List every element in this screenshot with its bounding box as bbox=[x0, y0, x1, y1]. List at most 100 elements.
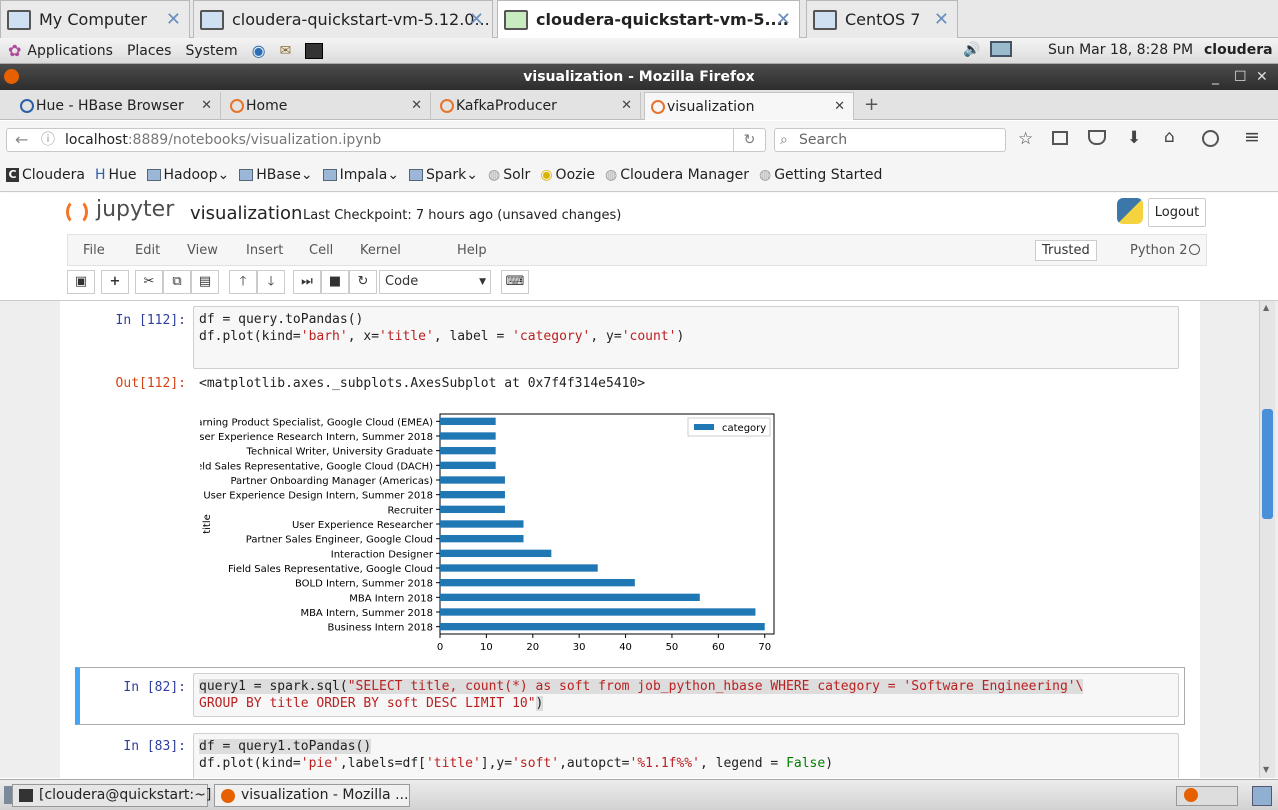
bookmark-folder-hadoop[interactable]: Hadoop ⌄ bbox=[146, 167, 229, 183]
bookmark-folder-hbase[interactable]: HBase ⌄ bbox=[239, 167, 313, 183]
bookmark-cloudera[interactable]: C Cloudera bbox=[6, 167, 85, 183]
close-tab-icon[interactable]: ✕ bbox=[834, 99, 845, 114]
menu-insert[interactable]: Insert bbox=[246, 243, 283, 258]
globe-icon: ◍ bbox=[604, 166, 618, 183]
browser-tab-visualization[interactable]: visualization ✕ bbox=[644, 92, 854, 120]
menu-system[interactable]: System bbox=[185, 43, 237, 59]
minimize-icon[interactable]: _ bbox=[1212, 64, 1219, 90]
scrollbar-thumb[interactable] bbox=[1262, 409, 1273, 519]
restart-icon[interactable]: ↻ bbox=[349, 270, 377, 294]
code-cell-83[interactable]: df = query1.toPandas() df.plot(kind='pie… bbox=[193, 733, 1179, 778]
insert-cell-icon[interactable]: + bbox=[101, 270, 129, 294]
bookmark-solr[interactable]: ◍ Solr bbox=[488, 167, 530, 183]
code-cell-112[interactable]: df = query.toPandas() df.plot(kind='barh… bbox=[193, 306, 1179, 369]
reload-icon[interactable]: ↻ bbox=[733, 129, 765, 151]
vm-tab-my-computer[interactable]: My Computer ✕ bbox=[0, 0, 190, 38]
browser-tab-home[interactable]: Home ✕ bbox=[224, 92, 431, 120]
bookmark-folder-impala[interactable]: Impala ⌄ bbox=[322, 167, 399, 183]
code-cell-82[interactable]: query1 = spark.sql("SELECT title, count(… bbox=[193, 673, 1179, 717]
close-icon[interactable]: ✕ bbox=[934, 9, 949, 30]
run-icon[interactable]: ⏭ bbox=[293, 270, 321, 294]
close-tab-icon[interactable]: ✕ bbox=[201, 98, 212, 113]
menu-file[interactable]: File bbox=[83, 243, 105, 258]
download-icon[interactable]: ⬇ bbox=[1127, 128, 1141, 148]
url-bar[interactable]: ← ⓘ localhost:8889/notebooks/visualizati… bbox=[6, 128, 766, 152]
scroll-down-icon[interactable]: ▼ bbox=[1263, 765, 1269, 774]
copy-icon[interactable]: ⧉ bbox=[163, 270, 191, 294]
taskbar-label: visualization - Mozilla ... bbox=[241, 787, 409, 803]
vm-tab-label: My Computer bbox=[39, 10, 147, 29]
folder-icon bbox=[146, 168, 161, 181]
terminal-launcher-icon[interactable] bbox=[305, 42, 324, 59]
bar bbox=[440, 461, 496, 469]
notebook-name[interactable]: visualization bbox=[190, 203, 302, 224]
home-icon[interactable]: ⌂ bbox=[1164, 127, 1175, 147]
keyboard-icon[interactable]: ⌨ bbox=[501, 270, 529, 294]
menu-applications[interactable]: Applications bbox=[27, 43, 113, 59]
reading-list-icon[interactable] bbox=[1052, 131, 1068, 145]
bookmark-folder-spark[interactable]: Spark ⌄ bbox=[409, 167, 478, 183]
close-tab-icon[interactable]: ✕ bbox=[411, 98, 422, 113]
bookmark-hue[interactable]: H Hue bbox=[95, 167, 137, 183]
jupyter-favicon-icon bbox=[651, 100, 665, 114]
firefox-icon bbox=[4, 69, 19, 84]
pocket-icon[interactable] bbox=[1088, 130, 1106, 145]
bookmark-getting-started[interactable]: ◍ Getting Started bbox=[759, 167, 882, 183]
cloudera-icon: C bbox=[6, 167, 19, 182]
volume-icon[interactable]: 🔊 bbox=[963, 42, 980, 58]
cut-icon[interactable]: ✂ bbox=[135, 270, 163, 294]
vm-tab-cloudera-2[interactable]: cloudera-quickstart-vm-5.... ✕ bbox=[497, 0, 800, 38]
menu-help[interactable]: Help bbox=[457, 243, 487, 258]
y-tick-label: MBA Intern 2018 bbox=[349, 593, 433, 604]
username[interactable]: cloudera bbox=[1204, 42, 1273, 58]
bar bbox=[440, 564, 598, 572]
close-icon[interactable]: ✕ bbox=[469, 9, 484, 30]
search-input[interactable]: ⌕ Search bbox=[774, 128, 1006, 152]
menu-edit[interactable]: Edit bbox=[135, 243, 160, 258]
mail-launcher-icon[interactable]: ✉ bbox=[280, 43, 292, 59]
vm-tab-cloudera-1[interactable]: cloudera-quickstart-vm-5.12.0... ✕ bbox=[193, 0, 493, 38]
menu-cell[interactable]: Cell bbox=[309, 243, 333, 258]
taskbar-firefox[interactable]: visualization - Mozilla ... bbox=[214, 784, 410, 807]
close-tab-icon[interactable]: ✕ bbox=[621, 98, 632, 113]
move-up-icon[interactable]: 🡑 bbox=[229, 270, 257, 294]
y-tick-label: User Experience Researcher bbox=[292, 520, 434, 531]
scroll-up-icon[interactable]: ▲ bbox=[1263, 303, 1269, 312]
navigation-bar: ← ⓘ localhost:8889/notebooks/visualizati… bbox=[0, 121, 1278, 158]
bookmark-oozie[interactable]: ◉ Oozie bbox=[540, 167, 595, 183]
cell-type-select[interactable]: Code ▼ bbox=[379, 270, 491, 294]
maximize-icon[interactable]: ☐ bbox=[1234, 64, 1247, 90]
new-tab-icon[interactable]: + bbox=[864, 94, 879, 115]
close-icon[interactable]: ✕ bbox=[776, 9, 791, 30]
info-icon[interactable]: ⓘ bbox=[41, 129, 55, 151]
menu-kernel[interactable]: Kernel bbox=[360, 243, 401, 258]
stop-icon[interactable]: ■ bbox=[321, 270, 349, 294]
bookmark-cloudera-manager[interactable]: ◍ Cloudera Manager bbox=[605, 167, 749, 183]
menu-view[interactable]: View bbox=[187, 243, 218, 258]
close-icon[interactable]: ✕ bbox=[166, 9, 181, 30]
chat-icon[interactable] bbox=[1202, 130, 1219, 147]
notebook-scrollbar[interactable]: ▲ ▼ bbox=[1259, 301, 1275, 778]
search-placeholder: Search bbox=[799, 132, 848, 148]
bookmark-star-icon[interactable]: ☆ bbox=[1018, 129, 1033, 149]
clock[interactable]: Sun Mar 18, 8:28 PM bbox=[1048, 42, 1193, 58]
browser-launcher-icon[interactable]: ◉ bbox=[252, 41, 266, 60]
network-icon[interactable] bbox=[990, 41, 1012, 57]
jupyter-logo-text[interactable]: jupyter bbox=[96, 197, 174, 222]
back-icon[interactable]: ← bbox=[15, 129, 28, 151]
vm-tab-centos[interactable]: CentOS 7 ✕ bbox=[806, 0, 958, 38]
taskbar-terminal[interactable]: [cloudera@quickstart:~] bbox=[12, 784, 211, 807]
trusted-indicator[interactable]: Trusted bbox=[1035, 240, 1097, 261]
save-icon[interactable]: ▣ bbox=[67, 270, 95, 294]
browser-tab-hue[interactable]: Hue - HBase Browser ✕ bbox=[14, 92, 221, 120]
trash-icon[interactable] bbox=[1252, 786, 1272, 806]
bookmarks-toolbar: C Cloudera H Hue Hadoop ⌄ HBase ⌄ Impala ⌄ Sp… bbox=[0, 158, 1278, 192]
window-titlebar: visualization - Mozilla Firefox _ ☐ ✕ bbox=[0, 64, 1278, 90]
logout-button[interactable]: Logout bbox=[1148, 198, 1206, 227]
paste-icon[interactable]: ▤ bbox=[191, 270, 219, 294]
browser-tab-kafkaproducer[interactable]: KafkaProducer ✕ bbox=[434, 92, 641, 120]
move-down-icon[interactable]: 🡓 bbox=[257, 270, 285, 294]
close-window-icon[interactable]: ✕ bbox=[1256, 64, 1268, 90]
menu-places[interactable]: Places bbox=[127, 43, 172, 59]
hamburger-menu-icon[interactable]: ≡ bbox=[1244, 126, 1260, 148]
